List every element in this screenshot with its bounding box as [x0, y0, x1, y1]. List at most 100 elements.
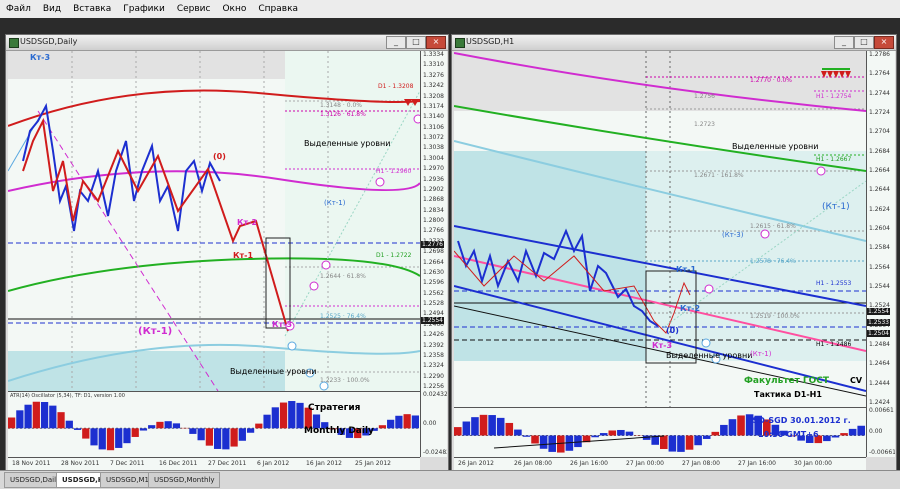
maximize-button[interactable]: □ [406, 36, 426, 49]
oscillator-bar [463, 422, 471, 436]
price-tick-label: 1.2970 [423, 165, 444, 172]
oscillator-axis: 0.006610.00-0.00661 [866, 407, 895, 457]
close-button[interactable]: × [426, 36, 446, 49]
oscillator-tick-label: 0.02432 [423, 391, 447, 398]
label-selected-levels-1: Выделенные уровни [304, 139, 390, 148]
oscillator-bar [832, 436, 840, 438]
price-tick-label: 1.2290 [423, 373, 444, 380]
oscillator-bar [506, 423, 514, 436]
minimize-button[interactable]: _ [834, 36, 854, 49]
tab-usdsgd-monthly[interactable]: USDSGD,Monthly [148, 472, 220, 488]
oscillator-bar [247, 428, 254, 432]
label-kt3: Кт-3 [652, 341, 672, 350]
menu-tools[interactable]: Сервис [171, 0, 217, 18]
menu-insert[interactable]: Вставка [67, 0, 117, 18]
oscillator-canvas [8, 392, 420, 458]
price-tick-label: 1.2392 [423, 342, 444, 349]
price-tick-label: 1.2704 [869, 128, 890, 135]
time-tick-label: 28 Nov 2011 [61, 460, 99, 467]
window-titlebar[interactable]: USDSGD,Daily _ □ × [6, 35, 448, 51]
menu-file[interactable]: Файл [0, 0, 37, 18]
oscillator-bar [591, 436, 599, 438]
oscillator-bar [263, 415, 270, 429]
oscillator-bar [189, 428, 196, 434]
oscillator-bar [387, 420, 394, 429]
oscillator-bar [198, 428, 205, 440]
oscillator-tick-label: 0.00 [423, 420, 436, 427]
time-tick-label: 27 Jan 08:00 [682, 460, 720, 467]
oscillator-bar [156, 422, 163, 428]
chart-window-icon [455, 38, 465, 48]
price-chart[interactable]: 1.2770 · 0.0% H1 - 1.2754 1.2756 1.2723 … [454, 51, 866, 407]
time-tick-label: 25 Jan 2012 [355, 460, 391, 467]
oscillator-panel[interactable]: USD-SGD 30.01.2012 г. 10:30 GMT+6 [454, 407, 866, 458]
oscillator-bar [66, 421, 73, 429]
price-axis[interactable]: 1.33341.33101.32761.32421.32081.31741.31… [420, 51, 447, 391]
price-tick-label: 1.2562 [423, 290, 444, 297]
oscillator-label: ATR(14) Oscillator (5,34), TF: D1, versi… [10, 393, 125, 399]
price-tick-label: 1.3310 [423, 61, 444, 68]
time-tick-label: 16 Jan 2012 [306, 460, 342, 467]
label-kt1: Кт-1 [233, 251, 253, 260]
label-kt1-paren-b: (Кт-1) [324, 199, 346, 207]
oscillator-bar [296, 403, 303, 428]
menu-charts[interactable]: Графики [117, 0, 171, 18]
label-fib-top2: 1.3126 · 61.8% [320, 111, 366, 118]
minimize-button[interactable]: _ [386, 36, 406, 49]
current-price-marker: 1.2533 [867, 319, 890, 326]
oscillator-bar [686, 436, 694, 450]
oscillator-bar [574, 436, 582, 448]
close-button[interactable]: × [874, 36, 894, 49]
price-tick-label: 1.2764 [869, 70, 890, 77]
oscillator-bar [497, 418, 505, 436]
menu-view[interactable]: Вид [37, 0, 67, 18]
label-kt1-paren-b: (Кт-1) [750, 350, 772, 358]
price-tick-label: 1.3174 [423, 103, 444, 110]
menu-help[interactable]: Справка [252, 0, 304, 18]
price-tick-label: 1.3140 [423, 113, 444, 120]
label-selected-levels-2: Выделенные уровни [230, 367, 316, 376]
label-kt1-paren: (Кт-1) [822, 202, 850, 212]
oscillator-bar [669, 436, 677, 452]
label-cv: CV [850, 376, 862, 385]
price-tick-label: 1.2868 [423, 196, 444, 203]
oscillator-bar [626, 432, 634, 436]
oscillator-bar [173, 423, 180, 428]
label-pair-date: USD-SGD 30.01.2012 г. [746, 416, 851, 425]
oscillator-bar [660, 436, 668, 449]
price-tick-label: 1.2624 [869, 206, 890, 213]
oscillator-bar [540, 436, 548, 449]
marker-circle [761, 230, 769, 238]
maximize-button[interactable]: □ [854, 36, 874, 49]
oscillator-bar [609, 430, 617, 435]
price-chart[interactable]: Кт-3 (0) Кт-2 Кт-1 Кт-3 (Кт-1) (Кт-1) D1… [8, 51, 420, 391]
price-tick-label: 1.2464 [869, 360, 890, 367]
oscillator-bar [480, 415, 488, 436]
price-tick-label: 1.2902 [423, 186, 444, 193]
label-fib-764: 1.2578 · 76.4% [750, 258, 796, 265]
price-tick-label: 1.2528 [423, 300, 444, 307]
label-zero: (0) [213, 152, 226, 161]
price-tick-label: 1.3004 [423, 155, 444, 162]
window-titlebar[interactable]: USDSGD,H1 _ □ × [452, 35, 896, 51]
oscillator-bar [857, 426, 865, 436]
oscillator-bar [737, 415, 745, 435]
label-price-2756: 1.2756 [694, 93, 715, 100]
menu-window[interactable]: Окно [216, 0, 252, 18]
label-kt2: Кт-2 [237, 218, 257, 227]
oscillator-bar [677, 436, 685, 452]
price-tick-label: 1.2604 [869, 225, 890, 232]
price-axis[interactable]: 1.27861.27641.27441.27241.27041.26841.26… [866, 51, 895, 407]
price-chart-canvas [454, 51, 866, 407]
price-tick-label: 1.2724 [869, 109, 890, 116]
time-tick-label: 27 Jan 16:00 [738, 460, 776, 467]
label-d1-2722: D1 - 1.2722 [376, 252, 411, 259]
oscillator-panel[interactable]: ATR(14) Oscillator (5,34), TF: D1, versi… [8, 391, 420, 458]
time-tick-label: 30 Jan 00:00 [794, 460, 832, 467]
price-tick-label: 1.2324 [423, 362, 444, 369]
oscillator-axis: 0.024320.00-0.02482 [420, 391, 447, 457]
price-tick-label: 1.3276 [423, 72, 444, 79]
oscillator-bar [840, 433, 848, 435]
oscillator-bar [90, 428, 97, 445]
zigzag-blue [23, 106, 220, 231]
